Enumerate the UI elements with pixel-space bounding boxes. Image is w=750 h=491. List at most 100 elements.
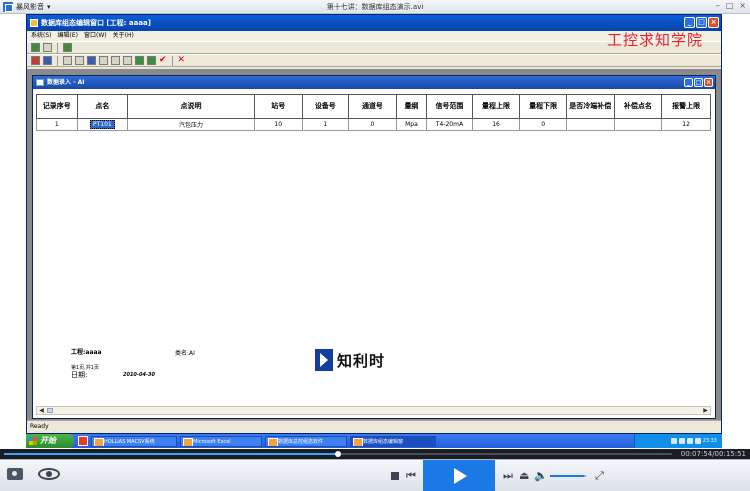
minimize-icon[interactable]: – (716, 1, 720, 10)
toolbar-separator (57, 42, 58, 53)
db-config-window: 数据库组态编辑窗口 [工程: aaaa] _ □ × 系统(S) 编辑(E) 窗… (26, 14, 722, 434)
taskbar-item-db-master[interactable]: 数据库总控组态软件 (265, 435, 347, 447)
column-header[interactable]: 量纲 (395, 94, 428, 119)
print-icon[interactable] (63, 56, 72, 65)
scroll-left-icon[interactable]: ◀ (37, 407, 46, 414)
close-icon[interactable]: × (704, 78, 713, 87)
data-entry-title: 数据录入 - AI (47, 79, 85, 86)
status-bar: Ready (27, 420, 721, 433)
menu-about[interactable]: 关于(H) (113, 31, 134, 41)
table-cell[interactable]: T4-20mA (426, 118, 473, 131)
windows-taskbar: 开始 HOLLiAS MACSV系统 Microsoft Excel 数据库总控… (26, 434, 722, 448)
player-title-bar: 暴风影音 ▾ 第十七讲：数据库组态演示.avi – □ × (0, 0, 750, 14)
video-frame[interactable]: 数据库组态编辑窗口 [工程: aaaa] _ □ × 系统(S) 编辑(E) 窗… (0, 14, 750, 449)
table-cell[interactable]: 12 (661, 118, 711, 131)
eye-icon[interactable] (38, 468, 60, 480)
column-header[interactable]: 点名 (76, 94, 129, 119)
delete-icon[interactable]: ✕ (178, 56, 186, 65)
tray-ime-icon[interactable] (694, 438, 701, 444)
camera-icon[interactable] (7, 468, 23, 480)
volume-slider[interactable] (550, 475, 586, 477)
progress-knob[interactable] (335, 451, 341, 457)
toolbar-separator (57, 55, 58, 66)
scroll-thumb[interactable] (47, 408, 53, 413)
copy-icon[interactable] (99, 56, 108, 65)
volume-icon[interactable]: 🔈 (534, 468, 548, 484)
pen-icon[interactable] (111, 56, 120, 65)
edit-record-icon[interactable] (43, 43, 52, 52)
db-config-title: 数据库组态编辑窗口 [工程: aaaa] (41, 19, 151, 27)
tray-network-icon[interactable] (670, 438, 677, 444)
table-cell[interactable] (565, 118, 615, 131)
column-header[interactable]: 信号范围 (426, 94, 473, 119)
tray-security-icon[interactable] (686, 438, 693, 444)
key-icon[interactable] (123, 56, 132, 65)
stop-icon[interactable] (391, 472, 399, 480)
quick-launch-icon[interactable] (78, 436, 88, 446)
table-row[interactable]: 1 PT101 汽包压力 10 1 0 Mpa T4-20mA 16 0 12 (36, 118, 711, 131)
report-date: 2010-04-30 (123, 372, 155, 378)
column-header[interactable]: 点说明 (127, 94, 255, 119)
next-icon[interactable]: ⏭ (503, 468, 513, 484)
eject-icon[interactable]: ⏏ (519, 468, 529, 484)
table-cell[interactable]: 16 (471, 118, 521, 131)
menu-window[interactable]: 窗口(W) (84, 31, 107, 41)
video-file-title: 第十七讲：数据库组态演示.avi (326, 3, 424, 11)
fullscreen-icon[interactable]: ⤢ (595, 468, 604, 484)
column-header[interactable]: 是否冷端补偿 (565, 94, 615, 119)
tray-volume-icon[interactable] (678, 438, 685, 444)
close-icon[interactable]: × (708, 17, 719, 28)
menu-system[interactable]: 系统(S) (31, 31, 52, 41)
selected-cell-text: PT101 (89, 120, 115, 129)
previous-icon[interactable]: ⏮ (406, 468, 416, 484)
play-button[interactable] (423, 460, 495, 491)
horizontal-scrollbar[interactable]: ◀ ▶ (36, 406, 711, 415)
start-button[interactable]: 开始 (26, 434, 74, 448)
scroll-right-icon[interactable]: ▶ (701, 407, 710, 414)
table-cell[interactable]: Mpa (395, 118, 428, 131)
close-icon[interactable]: × (739, 1, 746, 10)
column-header[interactable]: 设备号 (301, 94, 350, 119)
table-cell[interactable]: 汽包压力 (127, 118, 255, 131)
grid-icon[interactable] (87, 56, 96, 65)
column-header[interactable]: 量程下限 (519, 94, 567, 119)
table-cell[interactable]: 1 (301, 118, 350, 131)
column-header[interactable]: 通道号 (348, 94, 397, 119)
player-controls: ⏮ ⏭ ⏏ 🔈 ⤢ (0, 459, 750, 491)
column-header[interactable]: 量程上限 (471, 94, 521, 119)
maximize-icon[interactable]: □ (694, 78, 703, 87)
column-header[interactable]: 站号 (253, 94, 303, 119)
mdi-workarea: 数据录入 - AI _ □ × 记录序号 点名 点说明 站号 设备号 通道号 量… (27, 69, 721, 420)
taskbar-item-macsv[interactable]: HOLLiAS MACSV系统 (91, 435, 177, 447)
minimize-icon[interactable]: _ (684, 17, 695, 28)
data-entry-title-bar: 数据录入 - AI _ □ × (33, 76, 715, 89)
record-blue-icon[interactable] (43, 56, 52, 65)
table-cell[interactable]: 0 (348, 118, 397, 131)
database-icon[interactable] (31, 43, 40, 52)
column-header[interactable]: 补偿点名 (613, 94, 663, 119)
column-header[interactable]: 记录序号 (36, 94, 78, 119)
app-caption-buttons: _ □ × (684, 17, 719, 28)
table-cell[interactable]: 10 (253, 118, 303, 131)
export-icon[interactable] (63, 43, 72, 52)
append-row-icon[interactable] (147, 56, 156, 65)
check-icon[interactable]: ✔ (159, 56, 167, 65)
record-red-icon[interactable] (31, 56, 40, 65)
report-date-label: 日期: (71, 371, 88, 379)
table-cell-selected[interactable]: PT101 (76, 118, 129, 131)
maximize-icon[interactable]: □ (696, 17, 707, 28)
menu-edit[interactable]: 编辑(E) (58, 31, 78, 41)
minimize-icon[interactable]: _ (684, 78, 693, 87)
taskbar-item-excel[interactable]: Microsoft Excel (180, 435, 262, 447)
column-header[interactable]: 报警上限 (661, 94, 711, 119)
table-cell[interactable]: 0 (519, 118, 567, 131)
taskbar-item-db-editor[interactable]: 数据库组态编辑窗 (350, 435, 436, 447)
table-cell[interactable]: 1 (36, 118, 78, 131)
progress-track[interactable] (4, 451, 672, 457)
table-cell[interactable] (613, 118, 663, 131)
preview-icon[interactable] (75, 56, 84, 65)
insert-row-icon[interactable] (135, 56, 144, 65)
maximize-icon[interactable]: □ (726, 1, 734, 10)
toolbar-secondary: ✔ ✕ (27, 54, 721, 67)
brand-text: 知利时 (337, 351, 386, 370)
